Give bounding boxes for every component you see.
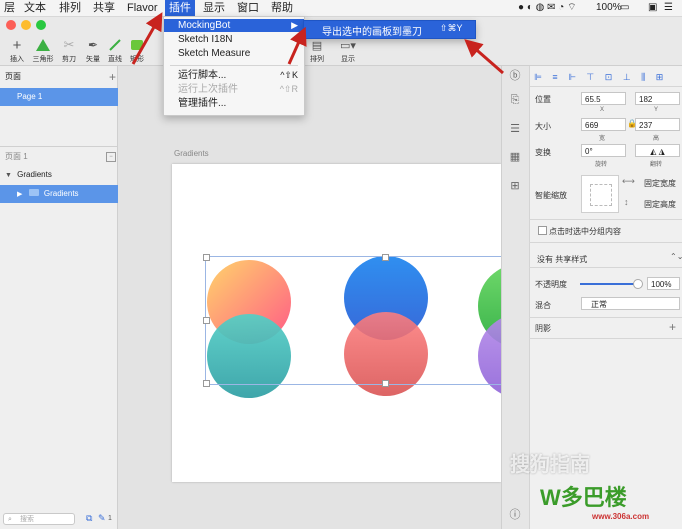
watermark-url: www.306a.com xyxy=(592,512,650,521)
arrow-to-export-item xyxy=(464,39,504,75)
watermark-logo: W多巴楼 xyxy=(540,485,627,510)
arrow-to-plugins-menu xyxy=(131,12,163,65)
watermark-sogou: 搜狗指南 xyxy=(510,454,590,476)
arrow-to-mockingbot xyxy=(287,26,307,65)
